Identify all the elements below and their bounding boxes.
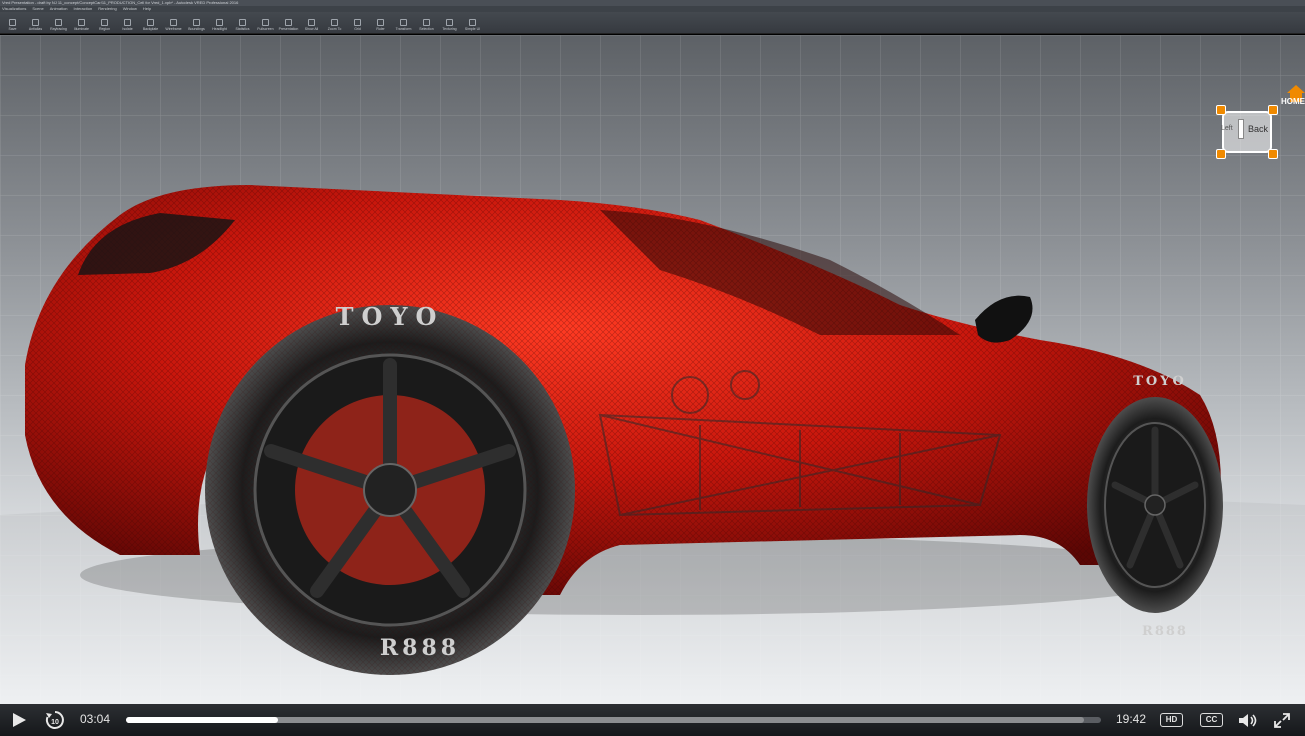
toolbar-button-label: Fullscreen bbox=[257, 27, 274, 31]
home-label[interactable]: HOME bbox=[1281, 97, 1305, 106]
toolbar-button-label: Ruler bbox=[376, 27, 385, 31]
rewind-10-icon[interactable]: 10 bbox=[45, 710, 65, 730]
toolbar-button-transform[interactable]: Transform bbox=[393, 19, 414, 31]
viewcube-corner[interactable] bbox=[1268, 105, 1278, 115]
toolbar-button-texturing[interactable]: Texturing bbox=[439, 19, 460, 31]
toolbar-button-antialias[interactable]: Antialias bbox=[25, 19, 46, 31]
viewcube-corner[interactable] bbox=[1216, 105, 1226, 115]
toolbar-button-statistics[interactable]: Statistics bbox=[232, 19, 253, 31]
rear-tire-brand: TOYO bbox=[1133, 374, 1187, 389]
simple-ui-icon bbox=[469, 19, 476, 26]
region-icon bbox=[101, 19, 108, 26]
duration: 19:42 bbox=[1116, 712, 1147, 726]
antialias-icon bbox=[32, 19, 39, 26]
seek-bar[interactable] bbox=[126, 717, 1101, 723]
car-scene: TOYO R888 TOYO R888 bbox=[0, 35, 1305, 704]
ruler-icon bbox=[377, 19, 384, 26]
toolbar-button-label: Save bbox=[8, 27, 17, 31]
toolbar-button-label: Statistics bbox=[235, 27, 250, 31]
viewcube-left-label[interactable]: Left bbox=[1221, 125, 1233, 132]
toolbar-button-label: Presentation bbox=[278, 27, 299, 31]
toolbar-button-raytracing[interactable]: Raytracing bbox=[48, 19, 69, 31]
fullscreen-icon[interactable] bbox=[1274, 713, 1290, 728]
toolbar-button-label: Backplate bbox=[142, 27, 159, 31]
seek-progress bbox=[126, 717, 279, 723]
viewcube[interactable]: Left Back bbox=[1216, 105, 1278, 159]
svg-text:10: 10 bbox=[51, 719, 59, 726]
toolbar-button-label: Headlight bbox=[212, 27, 227, 31]
raytracing-icon bbox=[55, 19, 62, 26]
toolbar-button-presentation[interactable]: Presentation bbox=[278, 19, 299, 31]
play-icon[interactable] bbox=[12, 713, 26, 727]
isolate-icon bbox=[124, 19, 131, 26]
toolbar-button-label: Texturing bbox=[442, 27, 457, 31]
viewcube-corner[interactable] bbox=[1268, 149, 1278, 159]
texturing-icon bbox=[446, 19, 453, 26]
main-toolbar: Save Antialias Raytracing Illuminate Region I… bbox=[0, 12, 1305, 34]
toolbar-button-backplate[interactable]: Backplate bbox=[140, 19, 161, 31]
toolbar-button-label: Raytracing bbox=[50, 27, 67, 31]
hd-button[interactable]: HD bbox=[1160, 713, 1183, 727]
toolbar-button-region[interactable]: Region bbox=[94, 19, 115, 31]
toolbar-button-label: Transform bbox=[395, 27, 412, 31]
transform-icon bbox=[400, 19, 407, 26]
3d-viewport[interactable]: TOYO R888 TOYO R888 HOME Left Back bbox=[0, 35, 1305, 704]
zoom-to-icon bbox=[331, 19, 338, 26]
volume-icon[interactable] bbox=[1239, 713, 1259, 728]
toolbar-button-label: Boundings bbox=[188, 27, 205, 31]
fullscreen-icon bbox=[262, 19, 269, 26]
toolbar-button-simple-ui[interactable]: Simple UI bbox=[462, 19, 483, 31]
toolbar-button-label: Show All bbox=[304, 27, 319, 31]
toolbar-button-show-all[interactable]: Show All bbox=[301, 19, 322, 31]
front-wheel: TOYO R888 bbox=[205, 302, 575, 675]
toolbar-button-label: Selection bbox=[419, 27, 434, 31]
toolbar-button-label: Wireframe bbox=[165, 27, 182, 31]
current-time: 03:04 bbox=[80, 712, 111, 726]
toolbar-button-label: Antialias bbox=[28, 27, 43, 31]
toolbar-button-zoom-to[interactable]: Zoom To bbox=[324, 19, 345, 31]
illuminate-icon bbox=[78, 19, 85, 26]
toolbar-button-ruler[interactable]: Ruler bbox=[370, 19, 391, 31]
toolbar-button-save[interactable]: Save bbox=[2, 19, 23, 31]
toolbar-button-grid[interactable]: Grid bbox=[347, 19, 368, 31]
save-icon bbox=[9, 19, 16, 26]
backplate-icon bbox=[147, 19, 154, 26]
viewcube-corner[interactable] bbox=[1216, 149, 1226, 159]
viewcube-edge[interactable] bbox=[1238, 119, 1244, 139]
presentation-icon bbox=[285, 19, 292, 26]
front-tire-sidewall: R888 bbox=[380, 635, 460, 661]
viewcube-back-label[interactable]: Back bbox=[1248, 124, 1268, 134]
headlight-icon bbox=[216, 19, 223, 26]
rear-tire-sidewall: R888 bbox=[1142, 624, 1188, 639]
toolbar-button-label: Simple UI bbox=[464, 27, 481, 31]
toolbar-button-illuminate[interactable]: Illuminate bbox=[71, 19, 92, 31]
video-player-controls: 10 03:04 19:42 HD CC bbox=[0, 704, 1305, 736]
front-tire-brand: TOYO bbox=[336, 302, 445, 331]
grid-icon bbox=[354, 19, 361, 26]
statistics-icon bbox=[239, 19, 246, 26]
selection-icon bbox=[423, 19, 430, 26]
toolbar-button-label: Grid bbox=[354, 27, 361, 31]
boundings-icon bbox=[193, 19, 200, 26]
toolbar-button-isolate[interactable]: Isolate bbox=[117, 19, 138, 31]
toolbar-button-selection[interactable]: Selection bbox=[416, 19, 437, 31]
show-all-icon bbox=[308, 19, 315, 26]
toolbar-button-fullscreen[interactable]: Fullscreen bbox=[255, 19, 276, 31]
cc-button[interactable]: CC bbox=[1200, 713, 1223, 727]
toolbar-button-label: Zoom To bbox=[327, 27, 342, 31]
wireframe-icon bbox=[170, 19, 177, 26]
toolbar-button-label: Illuminate bbox=[74, 27, 89, 31]
toolbar-button-headlight[interactable]: Headlight bbox=[209, 19, 230, 31]
toolbar-button-wireframe[interactable]: Wireframe bbox=[163, 19, 184, 31]
toolbar-button-label: Isolate bbox=[122, 27, 133, 31]
toolbar-button-label: Region bbox=[98, 27, 111, 31]
toolbar-button-boundings[interactable]: Boundings bbox=[186, 19, 207, 31]
